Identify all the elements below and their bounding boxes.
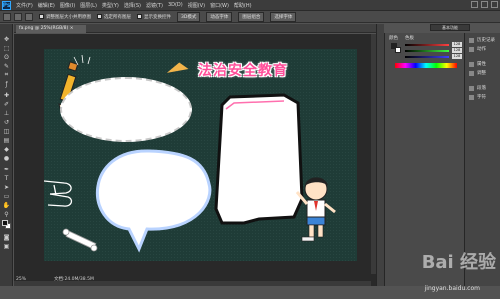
gradient-icon[interactable]: ▤: [3, 137, 10, 144]
blue-value[interactable]: 128: [452, 54, 462, 59]
speech-bubble-left: [96, 149, 212, 253]
resize-checkbox[interactable]: [39, 14, 44, 19]
baidu-watermark: Bai 经验: [421, 252, 496, 273]
dynamic-font-button[interactable]: 动态字体: [206, 11, 233, 22]
zoom-level[interactable]: 25%: [16, 277, 26, 282]
healing-icon[interactable]: ✚: [3, 92, 10, 99]
oval-text-frame: [60, 77, 192, 142]
screen-mode-icon[interactable]: ▣: [3, 243, 10, 250]
panel-character[interactable]: 字符: [469, 94, 486, 100]
select-font-button[interactable]: 选择字体: [270, 11, 297, 22]
panel-paragraph[interactable]: 段落: [469, 85, 486, 91]
canvas-area[interactable]: 法治安全教育 25% 文档:24.0M/38.5M: [14, 34, 376, 286]
menu-file[interactable]: 文件(F): [16, 2, 33, 9]
minimize-icon[interactable]: [471, 1, 478, 8]
scroll-graphic: [62, 228, 98, 252]
all-layers-checkbox[interactable]: [97, 14, 102, 19]
resize-label: 调整图层大小并用原图: [46, 14, 91, 20]
tab-color[interactable]: 颜色: [389, 35, 398, 41]
photoshop-window: Ps 文件(F) 编辑(E) 图像(I) 图层(L) 类型(Y) 选择(S) 滤…: [0, 0, 500, 299]
blue-slider[interactable]: [405, 56, 449, 58]
adjustments-icon: [469, 70, 474, 76]
properties-icon: [469, 61, 474, 67]
panel-adjustments[interactable]: 调整: [469, 70, 486, 76]
path-select-icon[interactable]: ➤: [3, 184, 10, 191]
document-tab-bar: fa.png @ 25%(RGB/8) ×: [14, 24, 376, 33]
menu-bar: Ps 文件(F) 编辑(E) 图像(I) 图层(L) 类型(Y) 选择(S) 滤…: [0, 0, 500, 11]
panel-properties[interactable]: 属性: [469, 61, 486, 67]
menu-help[interactable]: 帮助(H): [234, 2, 252, 9]
menu-image[interactable]: 图像(I): [60, 2, 75, 9]
transform-label: 显示变换控件: [144, 14, 171, 20]
window-controls: [471, 1, 498, 8]
transform-checkbox[interactable]: [137, 14, 142, 19]
close-icon[interactable]: [491, 1, 498, 8]
history-icon: [469, 37, 474, 43]
watermark-url: jingyan.baidu.com: [424, 285, 480, 292]
hand-icon[interactable]: ✋: [3, 202, 10, 209]
green-slider[interactable]: [405, 50, 449, 52]
move-tool-icon[interactable]: [3, 12, 11, 21]
menu-type[interactable]: 类型(Y): [102, 2, 119, 9]
shape-icon[interactable]: ▭: [3, 193, 10, 200]
toolbox: ✥ ⬚ ʘ ✎ ⌗ ƒ ✚ ✐ ⊥ ↺ ◫ ▤ ◆ ● ✒ T ➤ ▭ ✋ ⚲ …: [0, 24, 13, 286]
menu-select[interactable]: 选择(S): [124, 2, 141, 9]
dodge-icon[interactable]: ●: [3, 155, 10, 162]
quick-mask-icon[interactable]: ◙: [3, 234, 10, 241]
history-brush-icon[interactable]: ↺: [3, 119, 10, 126]
document-canvas[interactable]: 法治安全教育: [44, 49, 357, 261]
workspace-select[interactable]: 基本功能: [430, 24, 470, 31]
options-bar: 调整图层大小并用原图 选定所有图层 显示变换控件 3D模式 动态字体 图层组合 …: [0, 11, 500, 23]
menu-filter[interactable]: 滤镜(T): [146, 2, 163, 9]
panel-history[interactable]: 历史记录: [469, 37, 495, 43]
red-value[interactable]: 128: [452, 42, 462, 47]
zoom-in-icon[interactable]: [14, 12, 22, 21]
panel-actions[interactable]: 动作: [469, 46, 486, 52]
brush-icon[interactable]: ✐: [3, 101, 10, 108]
pen-icon[interactable]: ✒: [3, 166, 10, 173]
actions-icon: [469, 46, 474, 52]
zoom-icon[interactable]: ⚲: [3, 211, 10, 218]
lasso-icon[interactable]: ʘ: [3, 54, 10, 61]
3d-mode-button[interactable]: 3D模式: [177, 11, 201, 22]
foreground-color[interactable]: [2, 220, 8, 226]
document-info[interactable]: 文档:24.0M/38.5M: [54, 276, 94, 282]
tab-swatches[interactable]: 色板: [405, 35, 414, 41]
character-icon: [469, 94, 474, 100]
menu-window[interactable]: 窗口(W): [210, 2, 229, 9]
all-layers-label: 选定所有图层: [104, 14, 131, 20]
document-tab[interactable]: fa.png @ 25%(RGB/8) ×: [16, 25, 86, 33]
color-swatches[interactable]: [2, 220, 11, 229]
layer-comp-button[interactable]: 图层组合: [238, 11, 265, 22]
quick-select-icon[interactable]: ✎: [3, 63, 10, 70]
type-icon[interactable]: T: [3, 175, 10, 182]
maximize-icon[interactable]: [481, 1, 488, 8]
menu-3d[interactable]: 3D(D): [168, 2, 183, 8]
menu-view[interactable]: 视图(V): [188, 2, 205, 9]
color-spectrum[interactable]: [395, 63, 457, 68]
stamp-icon[interactable]: ⊥: [3, 110, 10, 117]
panel-collapse-strip[interactable]: [376, 24, 384, 286]
zoom-out-icon[interactable]: [25, 12, 33, 21]
panel-bg-color[interactable]: [395, 47, 401, 53]
paragraph-icon: [469, 85, 474, 91]
red-slider[interactable]: [405, 44, 449, 46]
marquee-icon[interactable]: ⬚: [3, 45, 10, 52]
poster-title: 法治安全教育: [198, 63, 288, 79]
eyedropper-icon[interactable]: ƒ: [3, 81, 10, 88]
blur-icon[interactable]: ◆: [3, 146, 10, 153]
menu-layer[interactable]: 图层(L): [80, 2, 97, 9]
green-value[interactable]: 128: [452, 48, 462, 53]
menu-edit[interactable]: 编辑(E): [38, 2, 55, 9]
app-logo: Ps: [2, 0, 11, 10]
comic-bubble-right: [214, 93, 304, 225]
hand-sketch: [44, 180, 73, 207]
eraser-icon[interactable]: ◫: [3, 128, 10, 135]
crop-icon[interactable]: ⌗: [3, 71, 10, 78]
move-icon[interactable]: ✥: [3, 36, 10, 43]
